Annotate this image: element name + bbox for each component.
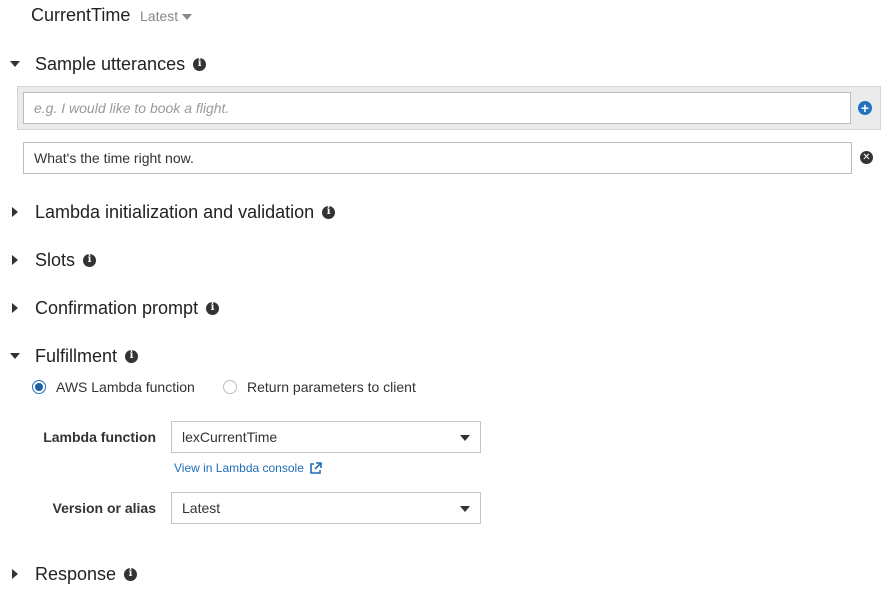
info-icon[interactable]: i [125, 349, 139, 363]
intent-name: CurrentTime [31, 5, 131, 25]
radio-button[interactable] [223, 380, 237, 394]
close-circle-icon[interactable]: ✕ [860, 151, 873, 164]
link-text: View in Lambda console [174, 461, 304, 475]
new-utterance-input[interactable] [23, 92, 851, 124]
radio-return-params[interactable]: Return parameters to client [223, 378, 416, 396]
view-in-lambda-console-link[interactable]: View in Lambda console [174, 461, 322, 475]
section-lambda-init[interactable]: Lambda initialization and validation i [8, 200, 336, 224]
section-sample-utterances[interactable]: Sample utterances i [8, 52, 207, 76]
triangle-right-icon [12, 303, 18, 313]
radio-label: Return parameters to client [247, 379, 416, 395]
radio-aws-lambda[interactable]: AWS Lambda function [32, 378, 195, 396]
section-title: Sample utterances [35, 53, 186, 74]
triangle-right-icon [12, 207, 18, 217]
caret-down-icon [460, 435, 470, 441]
lambda-function-label: Lambda function [43, 429, 156, 445]
triangle-down-icon [10, 61, 20, 67]
plus-circle-icon[interactable]: + [858, 101, 872, 115]
section-confirmation-prompt[interactable]: Confirmation prompt i [8, 296, 220, 320]
radio-button-checked[interactable] [32, 380, 46, 394]
section-title: Confirmation prompt [35, 297, 199, 318]
caret-down-icon [460, 506, 470, 512]
section-title: Response [35, 563, 117, 584]
utterance-item[interactable]: What's the time right now. [23, 142, 852, 174]
section-title: Slots [35, 249, 76, 270]
external-link-icon [310, 461, 322, 474]
triangle-down-icon [10, 353, 20, 359]
version-alias-label: Version or alias [52, 500, 157, 516]
caret-down-icon [182, 13, 193, 20]
info-icon[interactable]: i [206, 301, 220, 315]
version-dropdown-label: Latest [140, 8, 179, 24]
info-icon[interactable]: i [124, 567, 138, 581]
radio-label: AWS Lambda function [56, 379, 195, 395]
triangle-right-icon [12, 255, 18, 265]
version-alias-select[interactable]: Latest [171, 492, 481, 524]
info-icon[interactable]: i [322, 205, 336, 219]
lambda-function-select[interactable]: lexCurrentTime [171, 421, 481, 453]
info-icon[interactable]: i [193, 57, 207, 71]
section-title: Fulfillment [35, 345, 118, 366]
info-icon[interactable]: i [83, 253, 97, 267]
section-title: Lambda initialization and validation [35, 201, 315, 222]
utterance-text: What's the time right now. [34, 150, 194, 166]
section-response[interactable]: Response i [8, 562, 138, 586]
version-alias-value: Latest [182, 500, 221, 516]
lambda-function-value: lexCurrentTime [182, 429, 278, 445]
triangle-right-icon [12, 569, 18, 579]
section-slots[interactable]: Slots i [8, 248, 97, 272]
section-fulfillment[interactable]: Fulfillment i [8, 344, 139, 368]
version-dropdown[interactable]: Latest [140, 8, 193, 24]
